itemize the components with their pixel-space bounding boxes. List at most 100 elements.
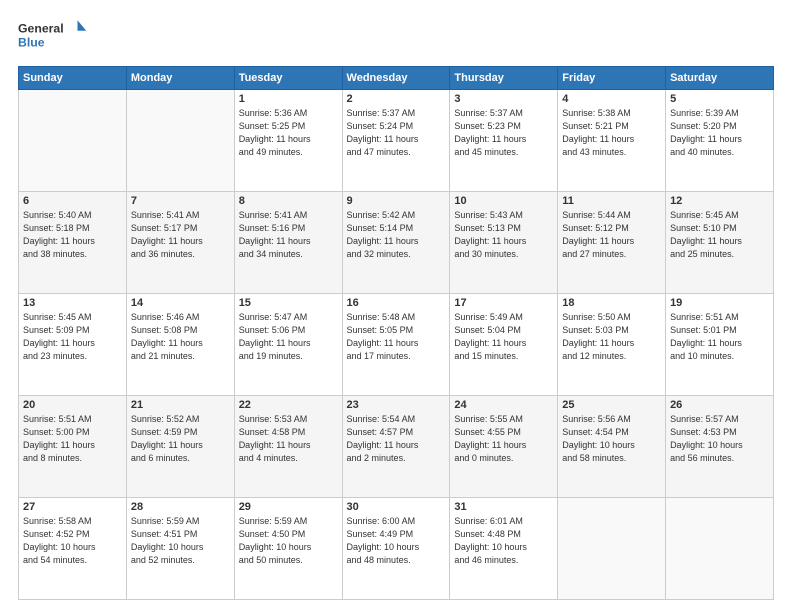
svg-text:Blue: Blue — [18, 36, 45, 50]
day-number: 20 — [23, 399, 122, 411]
day-info: Sunrise: 5:42 AM Sunset: 5:14 PM Dayligh… — [347, 209, 446, 261]
calendar-page: General Blue SundayMondayTuesdayWednesda… — [0, 0, 792, 612]
week-row-5: 27 Sunrise: 5:58 AM Sunset: 4:52 PM Dayli… — [19, 498, 774, 600]
day-cell: 12 Sunrise: 5:45 AM Sunset: 5:10 PM Dayli… — [666, 192, 774, 294]
day-cell — [19, 90, 127, 192]
day-info: Sunrise: 5:51 AM Sunset: 5:01 PM Dayligh… — [670, 311, 769, 363]
day-number: 22 — [239, 399, 338, 411]
day-cell: 14 Sunrise: 5:46 AM Sunset: 5:08 PM Dayli… — [126, 294, 234, 396]
day-number: 3 — [454, 93, 553, 105]
day-info: Sunrise: 5:55 AM Sunset: 4:55 PM Dayligh… — [454, 413, 553, 465]
day-info: Sunrise: 5:54 AM Sunset: 4:57 PM Dayligh… — [347, 413, 446, 465]
day-cell — [666, 498, 774, 600]
day-info: Sunrise: 5:36 AM Sunset: 5:25 PM Dayligh… — [239, 107, 338, 159]
week-row-4: 20Sunrise: 5:51 AM Sunset: 5:00 PM Dayli… — [19, 396, 774, 498]
day-cell: 1 Sunrise: 5:36 AM Sunset: 5:25 PM Daylig… — [234, 90, 342, 192]
day-info: Sunrise: 5:40 AM Sunset: 5:18 PM Dayligh… — [23, 209, 122, 261]
day-cell: 8 Sunrise: 5:41 AM Sunset: 5:16 PM Daylig… — [234, 192, 342, 294]
day-cell: 26 Sunrise: 5:57 AM Sunset: 4:53 PM Dayli… — [666, 396, 774, 498]
day-info: Sunrise: 5:44 AM Sunset: 5:12 PM Dayligh… — [562, 209, 661, 261]
day-number: 30 — [347, 501, 446, 513]
day-info: Sunrise: 5:37 AM Sunset: 5:24 PM Dayligh… — [347, 107, 446, 159]
day-number: 26 — [670, 399, 769, 411]
day-info: Sunrise: 5:47 AM Sunset: 5:06 PM Dayligh… — [239, 311, 338, 363]
weekday-header-monday: Monday — [126, 67, 234, 90]
day-number: 29 — [239, 501, 338, 513]
day-number: 19 — [670, 297, 769, 309]
svg-text:General: General — [18, 22, 64, 36]
weekday-header-sunday: Sunday — [19, 67, 127, 90]
weekday-header-thursday: Thursday — [450, 67, 558, 90]
day-number: 7 — [131, 195, 230, 207]
day-cell: 11 Sunrise: 5:44 AM Sunset: 5:12 PM Dayli… — [558, 192, 666, 294]
day-cell: 19 Sunrise: 5:51 AM Sunset: 5:01 PM Dayli… — [666, 294, 774, 396]
day-cell: 20Sunrise: 5:51 AM Sunset: 5:00 PM Dayli… — [19, 396, 127, 498]
day-number: 21 — [131, 399, 230, 411]
day-cell: 30Sunrise: 6:00 AM Sunset: 4:49 PM Dayli… — [342, 498, 450, 600]
day-number: 28 — [131, 501, 230, 513]
day-info: Sunrise: 5:39 AM Sunset: 5:20 PM Dayligh… — [670, 107, 769, 159]
day-number: 25 — [562, 399, 661, 411]
day-cell: 6 Sunrise: 5:40 AM Sunset: 5:18 PM Daylig… — [19, 192, 127, 294]
day-cell: 28 Sunrise: 5:59 AM Sunset: 4:51 PM Dayli… — [126, 498, 234, 600]
day-info: Sunrise: 5:41 AM Sunset: 5:16 PM Dayligh… — [239, 209, 338, 261]
day-info: Sunrise: 5:57 AM Sunset: 4:53 PM Dayligh… — [670, 413, 769, 465]
day-number: 4 — [562, 93, 661, 105]
weekday-header-row: SundayMondayTuesdayWednesdayThursdayFrid… — [19, 67, 774, 90]
day-number: 5 — [670, 93, 769, 105]
day-cell: 25 Sunrise: 5:56 AM Sunset: 4:54 PM Dayli… — [558, 396, 666, 498]
day-cell: 15 Sunrise: 5:47 AM Sunset: 5:06 PM Dayli… — [234, 294, 342, 396]
day-number: 23 — [347, 399, 446, 411]
day-cell: 10 Sunrise: 5:43 AM Sunset: 5:13 PM Dayli… — [450, 192, 558, 294]
weekday-header-tuesday: Tuesday — [234, 67, 342, 90]
day-number: 1 — [239, 93, 338, 105]
day-cell: 2 Sunrise: 5:37 AM Sunset: 5:24 PM Daylig… — [342, 90, 450, 192]
day-number: 31 — [454, 501, 553, 513]
week-row-1: 1 Sunrise: 5:36 AM Sunset: 5:25 PM Daylig… — [19, 90, 774, 192]
day-number: 2 — [347, 93, 446, 105]
day-cell: 3 Sunrise: 5:37 AM Sunset: 5:23 PM Daylig… — [450, 90, 558, 192]
day-cell: 27 Sunrise: 5:58 AM Sunset: 4:52 PM Dayli… — [19, 498, 127, 600]
day-number: 24 — [454, 399, 553, 411]
day-info: Sunrise: 5:56 AM Sunset: 4:54 PM Dayligh… — [562, 413, 661, 465]
day-cell: 22 Sunrise: 5:53 AM Sunset: 4:58 PM Dayli… — [234, 396, 342, 498]
day-cell: 24 Sunrise: 5:55 AM Sunset: 4:55 PM Dayli… — [450, 396, 558, 498]
day-number: 14 — [131, 297, 230, 309]
day-info: Sunrise: 5:38 AM Sunset: 5:21 PM Dayligh… — [562, 107, 661, 159]
day-cell: 5 Sunrise: 5:39 AM Sunset: 5:20 PM Daylig… — [666, 90, 774, 192]
day-cell — [126, 90, 234, 192]
day-info: Sunrise: 5:53 AM Sunset: 4:58 PM Dayligh… — [239, 413, 338, 465]
day-cell: 16Sunrise: 5:48 AM Sunset: 5:05 PM Dayli… — [342, 294, 450, 396]
day-number: 8 — [239, 195, 338, 207]
day-number: 11 — [562, 195, 661, 207]
day-cell: 29 Sunrise: 5:59 AM Sunset: 4:50 PM Dayli… — [234, 498, 342, 600]
day-info: Sunrise: 5:45 AM Sunset: 5:10 PM Dayligh… — [670, 209, 769, 261]
day-info: Sunrise: 5:49 AM Sunset: 5:04 PM Dayligh… — [454, 311, 553, 363]
day-info: Sunrise: 5:58 AM Sunset: 4:52 PM Dayligh… — [23, 515, 122, 567]
logo: General Blue — [18, 16, 90, 56]
day-cell: 4 Sunrise: 5:38 AM Sunset: 5:21 PM Daylig… — [558, 90, 666, 192]
day-cell: 17Sunrise: 5:49 AM Sunset: 5:04 PM Dayli… — [450, 294, 558, 396]
day-cell — [558, 498, 666, 600]
day-number: 16 — [347, 297, 446, 309]
week-row-3: 13 Sunrise: 5:45 AM Sunset: 5:09 PM Dayli… — [19, 294, 774, 396]
weekday-header-saturday: Saturday — [666, 67, 774, 90]
day-number: 27 — [23, 501, 122, 513]
day-number: 12 — [670, 195, 769, 207]
day-info: Sunrise: 5:46 AM Sunset: 5:08 PM Dayligh… — [131, 311, 230, 363]
day-number: 6 — [23, 195, 122, 207]
day-number: 13 — [23, 297, 122, 309]
day-info: Sunrise: 5:43 AM Sunset: 5:13 PM Dayligh… — [454, 209, 553, 261]
day-cell: 23 Sunrise: 5:54 AM Sunset: 4:57 PM Dayli… — [342, 396, 450, 498]
day-number: 15 — [239, 297, 338, 309]
day-number: 10 — [454, 195, 553, 207]
day-info: Sunrise: 5:59 AM Sunset: 4:50 PM Dayligh… — [239, 515, 338, 567]
week-row-2: 6 Sunrise: 5:40 AM Sunset: 5:18 PM Daylig… — [19, 192, 774, 294]
day-cell: 31Sunrise: 6:01 AM Sunset: 4:48 PM Dayli… — [450, 498, 558, 600]
weekday-header-friday: Friday — [558, 67, 666, 90]
day-info: Sunrise: 5:50 AM Sunset: 5:03 PM Dayligh… — [562, 311, 661, 363]
day-info: Sunrise: 5:45 AM Sunset: 5:09 PM Dayligh… — [23, 311, 122, 363]
day-cell: 13 Sunrise: 5:45 AM Sunset: 5:09 PM Dayli… — [19, 294, 127, 396]
day-info: Sunrise: 5:37 AM Sunset: 5:23 PM Dayligh… — [454, 107, 553, 159]
day-info: Sunrise: 5:59 AM Sunset: 4:51 PM Dayligh… — [131, 515, 230, 567]
